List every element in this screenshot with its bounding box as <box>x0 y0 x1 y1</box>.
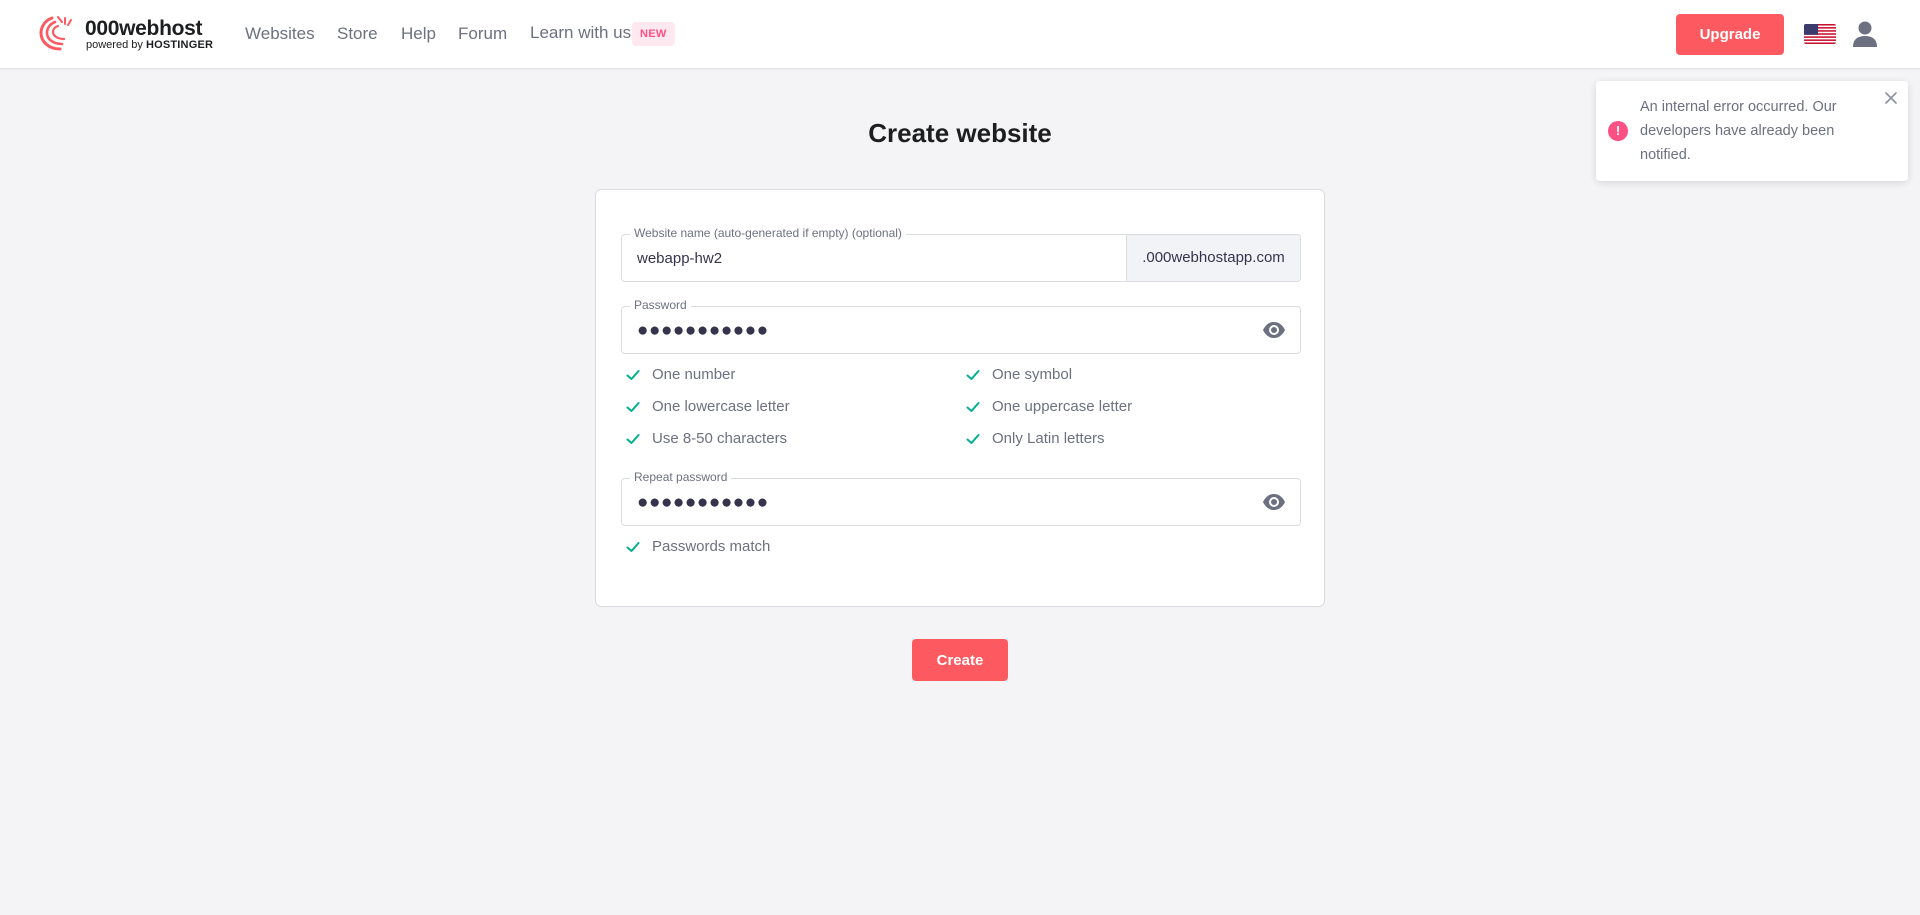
nav-help[interactable]: Help <box>401 24 436 44</box>
check-icon <box>626 370 640 380</box>
requirement-label: One number <box>652 366 736 383</box>
us-flag-icon[interactable] <box>1804 24 1836 44</box>
new-badge: NEW <box>632 22 675 46</box>
check-icon <box>626 434 640 444</box>
logo-powered-text: powered by <box>86 39 143 51</box>
logo-brand-text: HOSTINGER <box>145 39 214 51</box>
check-icon <box>966 370 980 380</box>
top-navbar: 000webhost powered by HOSTINGER Websites… <box>0 0 1920 69</box>
logo-title: 000webhost <box>85 17 203 40</box>
password-field[interactable]: Password ●●●●●●●●●●● <box>621 298 1301 354</box>
match-label: Passwords match <box>652 538 771 555</box>
requirement-label: One lowercase letter <box>652 398 790 415</box>
requirement-label: Only Latin letters <box>992 430 1105 447</box>
requirement-label: Use 8-50 characters <box>652 430 788 447</box>
domain-suffix: .000webhostapp.com <box>1126 235 1300 281</box>
repeat-password-field[interactable]: Repeat password ●●●●●●●●●●● <box>621 470 1301 526</box>
website-name-field[interactable]: Website name (auto-generated if empty) (… <box>621 226 1301 282</box>
repeat-password-input[interactable]: ●●●●●●●●●●● <box>637 492 769 514</box>
logo-subtitle: powered by HOSTINGER <box>86 39 213 51</box>
nav-learn-with-us[interactable]: Learn with us <box>530 23 631 43</box>
upgrade-button[interactable]: Upgrade <box>1676 14 1784 55</box>
check-icon <box>626 542 640 552</box>
website-name-label: Website name (auto-generated if empty) (… <box>630 226 906 240</box>
eye-icon[interactable] <box>1262 492 1286 512</box>
close-icon[interactable] <box>1884 91 1898 105</box>
check-icon <box>626 402 640 412</box>
requirement-label: One uppercase letter <box>992 398 1133 415</box>
create-website-form: Website name (auto-generated if empty) (… <box>595 189 1325 607</box>
error-toast: ! An internal error occurred. Our develo… <box>1596 81 1908 181</box>
error-icon: ! <box>1608 121 1628 141</box>
check-icon <box>966 402 980 412</box>
password-input[interactable]: ●●●●●●●●●●● <box>637 320 769 342</box>
nav-store[interactable]: Store <box>337 24 378 44</box>
website-name-input[interactable]: webapp-hw2 <box>637 250 722 267</box>
nav-forum[interactable]: Forum <box>458 24 507 44</box>
password-label: Password <box>630 298 691 312</box>
repeat-password-label: Repeat password <box>630 470 732 484</box>
requirement-label: One symbol <box>992 366 1073 383</box>
toast-message: An internal error occurred. Our develope… <box>1640 99 1837 163</box>
nav-websites[interactable]: Websites <box>245 24 315 44</box>
check-icon <box>966 434 980 444</box>
logo[interactable]: 000webhost powered by HOSTINGER <box>38 15 213 53</box>
eye-icon[interactable] <box>1262 320 1286 340</box>
user-icon[interactable] <box>1852 20 1878 48</box>
logo-swirl-icon <box>39 16 72 51</box>
create-button[interactable]: Create <box>912 639 1008 681</box>
